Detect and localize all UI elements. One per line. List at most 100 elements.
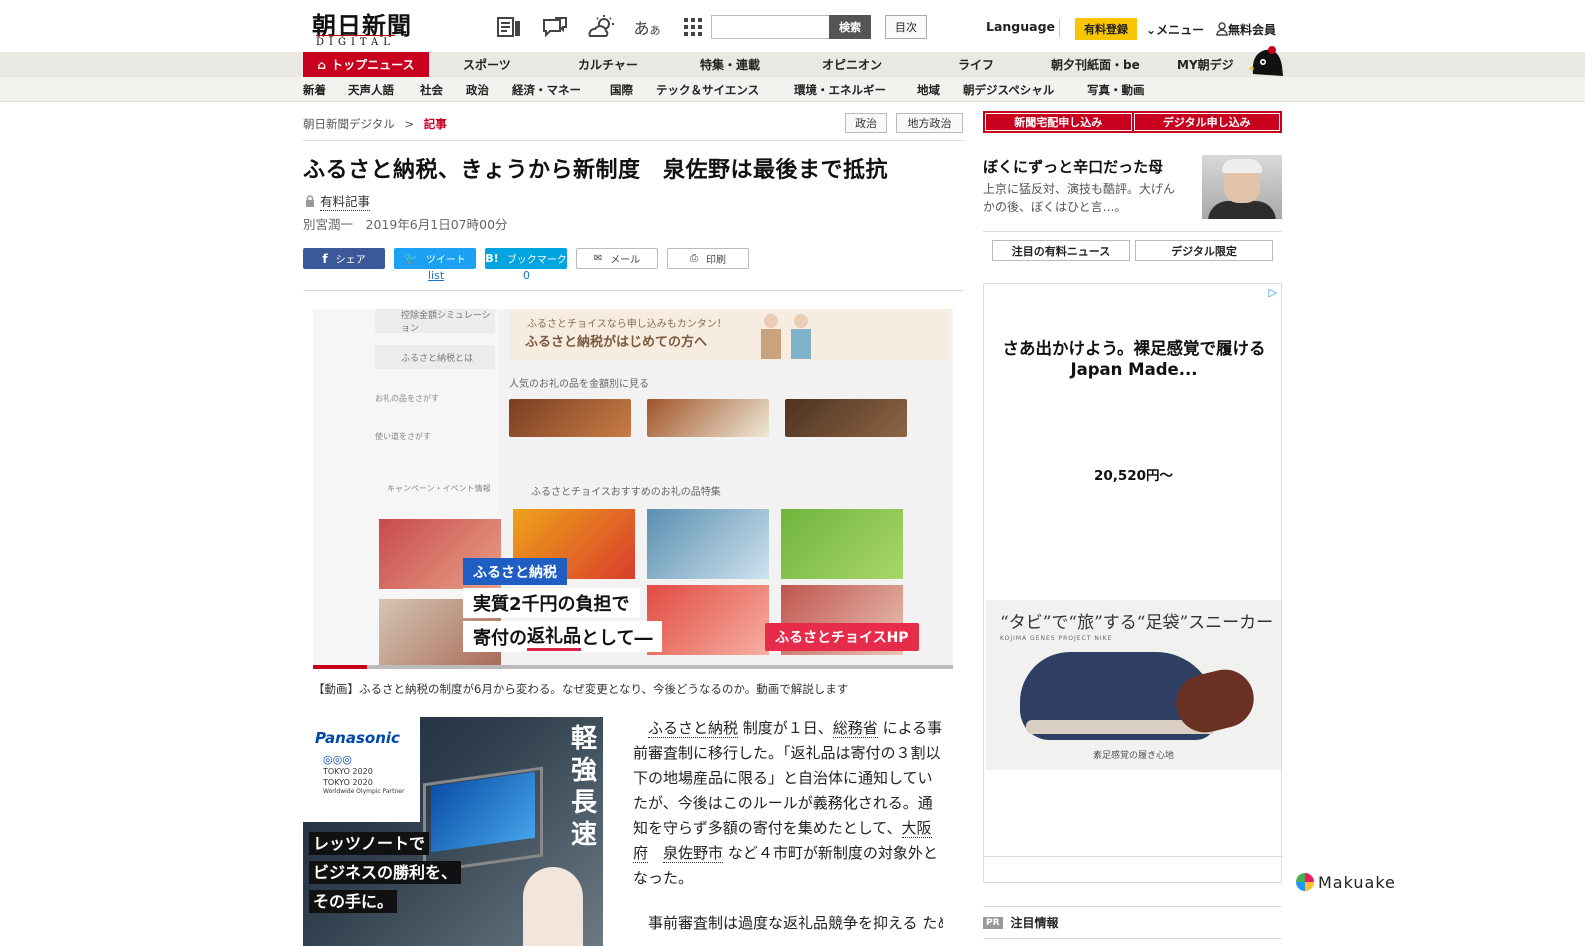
ad-games-2: TOKYO 2020 (323, 777, 373, 787)
weather-icon[interactable] (584, 12, 618, 42)
article-body-p1: ふるさと納税 制度が１日、総務省 による事前審査制に移行した。「返礼品は寄付の３… (633, 716, 943, 891)
main-nav: ⌂ トップニュース スポーツ カルチャー 特集・連載 オピニオン ライフ 朝夕刊紙… (0, 52, 1585, 77)
video-caption-tag: ふるさと納税 (463, 558, 567, 585)
tab-paid-news[interactable]: 注目の有料ニュース (992, 240, 1130, 261)
tag-local-politics[interactable]: 地方政治 (896, 113, 963, 133)
makuake-logo: Makuake (1296, 861, 1406, 903)
mail-icon: ✉ (593, 253, 603, 264)
menu-button[interactable]: ⌄メニュー (1146, 21, 1204, 38)
photo-part (1222, 159, 1262, 173)
video-banner: ふるさとチョイスなら申し込みもカンタン！ ふるさと納税がはじめての方へ (509, 309, 949, 361)
paper-icon[interactable] (492, 12, 526, 42)
search-button[interactable]: 検索 (829, 15, 871, 39)
subnav-new[interactable]: 新着 (303, 77, 326, 102)
nav-my[interactable]: MY朝デジ (1177, 52, 1234, 77)
nav-top-news[interactable]: ⌂ トップニュース (303, 52, 429, 77)
facebook-share-label: シェア (335, 255, 366, 266)
makuake-ad[interactable]: ▷ さあ出かけよう。裸足感覚で履ける Japan Made... 20,520円… (983, 283, 1395, 892)
twitter-share-button[interactable]: 🐦 ツイート (394, 248, 476, 269)
nav-paper[interactable]: 朝夕刊紙面・be (1051, 52, 1140, 77)
video-thumb (781, 509, 903, 579)
site-logo[interactable]: 朝日新聞 DIGITAL (312, 6, 422, 48)
video-side-text: お礼の品をさがす (375, 394, 439, 403)
video-thumb (647, 585, 769, 655)
video-caption-line1: 実質2千円の負担で (463, 588, 640, 618)
subnav-environment[interactable]: 環境・エネルギー (794, 77, 886, 102)
video-banner-big: ふるさと納税がはじめての方へ (525, 335, 708, 350)
paid-signup-button[interactable]: 有料登録 (1075, 18, 1137, 40)
digital-subscribe-button[interactable]: デジタル申し込み (1133, 113, 1280, 131)
twitter-count[interactable]: list (428, 269, 444, 282)
nav-culture[interactable]: カルチャー (578, 52, 638, 77)
divider (983, 906, 1282, 907)
subnav-politics[interactable]: 政治 (466, 77, 489, 102)
language-link[interactable]: Language (986, 19, 1055, 34)
logo-sub: DIGITAL (316, 35, 395, 48)
breadcrumb-home[interactable]: 朝日新聞デジタル (303, 117, 395, 131)
facebook-share-button[interactable]: f シェア (303, 248, 385, 269)
ad-headline: さあ出かけよう。裸足感覚で履ける Japan Made... (1002, 339, 1266, 379)
grid-icon[interactable] (676, 12, 710, 42)
video-side-text: キャンペーン・イベント情報 (387, 484, 491, 493)
mokuji-button[interactable]: 目次 (885, 15, 927, 39)
header: 朝日新聞 DIGITAL ああ 検索 目次 Language 有料登録 ⌄メニュ… (0, 0, 1585, 52)
link-soumusho[interactable]: 総務省 (832, 719, 878, 738)
nav-features[interactable]: 特集・連載 (700, 52, 760, 77)
tag-politics[interactable]: 政治 (845, 113, 887, 133)
hatena-icon: B! (485, 252, 499, 265)
page: 朝日新聞 DIGITAL ああ 検索 目次 Language 有料登録 ⌄メニュ… (0, 0, 1585, 946)
divider (1059, 19, 1060, 37)
tab-digital-only[interactable]: デジタル限定 (1135, 240, 1273, 261)
font-size-icon[interactable]: ああ (630, 12, 664, 42)
panasonic-ad[interactable]: Panasonic ◎◎◎ TOKYO 2020 TOKYO 2020 Worl… (303, 717, 603, 946)
video-side-item: ふるさと納税とは (375, 345, 495, 369)
twitter-share-label: ツイート (425, 255, 466, 266)
hatena-count: 0 (523, 269, 530, 282)
member-label: 無料会員 (1228, 23, 1277, 37)
subnav-international[interactable]: 国際 (610, 77, 633, 102)
article-body-p2: 事前審査制は過度な返礼品競争を抑える ため、改正 地方税法 により導入された (648, 914, 943, 932)
mascot-icon[interactable] (1248, 44, 1285, 78)
mail-share-button[interactable]: ✉ メール (576, 248, 658, 269)
breadcrumb: 朝日新聞デジタル > 記事 (303, 116, 447, 132)
newspaper-subscribe-button[interactable]: 新聞宅配申し込み (985, 113, 1132, 131)
video-thumb (647, 399, 769, 437)
subnav-local[interactable]: 地域 (917, 77, 940, 102)
member-button[interactable]: 無料会員 (1216, 21, 1276, 38)
link-furusato[interactable]: ふるさと納税 (648, 719, 739, 738)
ad-vertical-text: 軽強長速 (571, 724, 598, 850)
print-button[interactable]: ⎙ 印刷 (667, 248, 749, 269)
feature-title[interactable]: ぼくにずっと辛口だった母 (983, 156, 1163, 177)
feature-photo[interactable] (1202, 155, 1282, 219)
subnav-economy[interactable]: 経済・マネー (512, 77, 581, 102)
subnav-photo[interactable]: 写真・動画 (1087, 77, 1145, 102)
ad-games: ◎◎◎ TOKYO 2020 TOKYO 2020 Worldwide Olym… (323, 753, 404, 796)
divider (983, 231, 1282, 232)
nav-sports[interactable]: スポーツ (463, 52, 511, 77)
chat-icon[interactable] (538, 12, 572, 42)
video-progress-bar[interactable] (313, 665, 953, 669)
video-caption: 【動画】ふるさと納税の制度が6月から変わる。なぜ変更となり、今後どうなるのか。動… (313, 682, 849, 696)
ad-copy-1: レッツノートで (309, 832, 430, 855)
paid-label-text[interactable]: 有料記事 (320, 191, 371, 211)
people-illustration-icon (761, 314, 811, 359)
adchoices-icon[interactable]: ▷ (1269, 286, 1277, 299)
subnav-society[interactable]: 社会 (420, 77, 443, 102)
makuake-label: Makuake (1318, 872, 1396, 892)
ad-brand: Panasonic (315, 729, 400, 747)
nav-opinion[interactable]: オピニオン (822, 52, 882, 77)
subnav-tech[interactable]: テック＆サイエンス (656, 77, 759, 102)
hatena-bookmark-button[interactable]: B! ブックマーク (485, 248, 567, 269)
ad-copy-2: ビジネスの勝利を、 (309, 861, 462, 884)
ad-footer: Makuake (984, 856, 1395, 892)
search-input[interactable] (711, 15, 831, 39)
article-video[interactable]: 控除金額シミュレーション ふるさと納税とは お礼の品をさがす 使い道をさがす キ… (313, 309, 953, 669)
nav-life[interactable]: ライフ (958, 52, 994, 77)
makuake-icon (1296, 873, 1314, 891)
subnav-special[interactable]: 朝デジスペシャル (963, 77, 1054, 102)
link-izumisano[interactable]: 泉佐野市 (663, 844, 724, 863)
byline: 別宮潤一 2019年6月1日07時00分 (303, 217, 508, 232)
feature-desc: 上京に猛反対、演技も酷評。大げんかの後、ぼくはひと言…。 (983, 182, 1176, 214)
subnav-tensei[interactable]: 天声人語 (348, 77, 394, 102)
ad-price: 20,520円〜 (1093, 468, 1174, 484)
